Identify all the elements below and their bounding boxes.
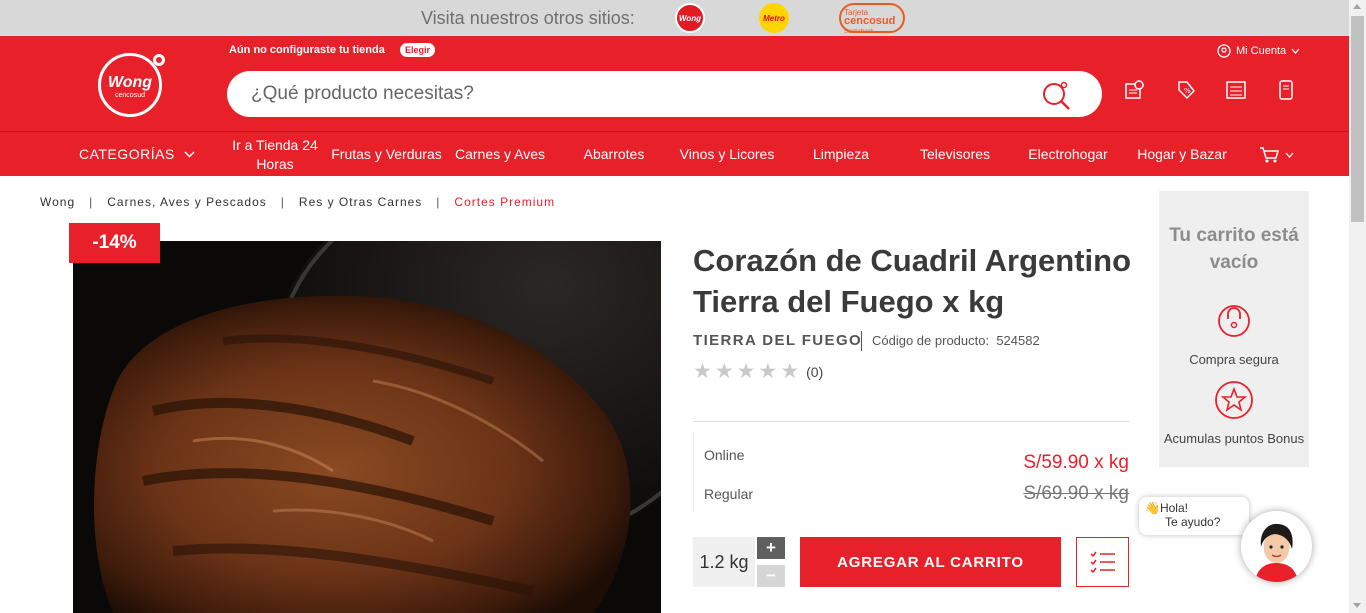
scrollbar-thumb[interactable]: [1351, 16, 1364, 222]
star-icon: ★: [780, 360, 800, 383]
assistant-face-icon: [1241, 511, 1312, 582]
nav-item-electrohogar[interactable]: Electrohogar: [1020, 132, 1116, 177]
nav-item-abarrotes[interactable]: Abarrotes: [570, 132, 658, 177]
scroll-down-arrow-icon[interactable]: [1353, 603, 1361, 608]
regular-price-label: Regular: [704, 486, 754, 502]
category-nav: CATEGORÍAS Ir a Tienda 24 Horas Frutas y…: [0, 131, 1349, 176]
cart-empty-text: Tu carrito está vacío: [1169, 225, 1299, 273]
rating-stars[interactable]: ★ ★ ★ ★ ★ (0): [693, 360, 824, 383]
breadcrumb-item[interactable]: Carnes, Aves y Pescados: [107, 195, 267, 209]
star-icon: ★: [714, 360, 734, 383]
breadcrumb: Wong | Carnes, Aves y Pescados | Res y O…: [40, 195, 555, 209]
bonus-star-icon: [1215, 381, 1253, 419]
search-icon[interactable]: [1042, 81, 1072, 111]
product-title: Corazón de Cuadril Argentino Tierra del …: [693, 243, 1132, 319]
scroll-up-arrow-icon[interactable]: [1353, 4, 1361, 9]
bonus-points-label: Acumulas puntos Bonus: [1163, 431, 1305, 446]
nav-item-vinos[interactable]: Vinos y Licores: [672, 132, 782, 177]
offers-tag-icon[interactable]: %: [1175, 79, 1197, 101]
quantity-increase-button[interactable]: +: [757, 537, 785, 559]
discount-badge: -14%: [69, 223, 160, 263]
svg-text:%: %: [1184, 87, 1191, 95]
regular-price: S/69.90 x kg: [1023, 483, 1129, 504]
wong-logo[interactable]: Wong cencosud: [98, 53, 165, 117]
breadcrumb-separator: |: [280, 195, 285, 209]
search-input[interactable]: [251, 71, 1031, 117]
wave-icon: 👋: [1145, 501, 1160, 515]
add-to-list-button[interactable]: [1076, 537, 1129, 587]
chevron-down-icon: [184, 151, 195, 158]
other-sites-bar: Visita nuestros otros sitios: Wong Metro…: [0, 0, 1349, 36]
visit-sites-text: Visita nuestros otros sitios:: [421, 8, 635, 28]
cart-icon: [1259, 146, 1279, 162]
choose-store-button[interactable]: Elegir: [400, 43, 436, 57]
chevron-down-icon: [1285, 152, 1293, 158]
price-box: Online S/59.90 x kg Regular S/69.90 x kg: [693, 432, 1129, 512]
quantity-display: 1.2 kg: [693, 537, 755, 587]
cart-menu[interactable]: [1255, 132, 1297, 177]
add-to-cart-button[interactable]: AGREGAR AL CARRITO: [800, 537, 1061, 587]
nav-item-limpieza[interactable]: Limpieza: [800, 132, 882, 177]
steak-photo: [73, 241, 661, 613]
star-icon: ★: [693, 360, 712, 383]
star-icon: ★: [758, 360, 778, 383]
main-header: Wong cencosud Aún no configuraste tu tie…: [0, 36, 1349, 176]
secure-lock-icon: [1218, 305, 1250, 337]
product-brand[interactable]: TIERRA DEL FUEGO: [693, 332, 862, 349]
nav-item-tienda-24[interactable]: Ir a Tienda 24 Horas: [225, 132, 325, 177]
quantity-decrease-button[interactable]: −: [757, 565, 785, 587]
search-bar: [227, 71, 1102, 117]
brand-divider: [861, 331, 862, 351]
checklist-icon: [1089, 551, 1115, 574]
star-icon: ★: [736, 360, 756, 383]
nav-item-hogar[interactable]: Hogar y Bazar: [1130, 132, 1234, 177]
tarjeta-cencosud-logo[interactable]: Tarjeta cencosud Scotiabank: [839, 3, 905, 35]
orders-phone-icon[interactable]: [1275, 79, 1297, 101]
page: Visita nuestros otros sitios: Wong Metro…: [0, 0, 1366, 613]
breadcrumb-current: Cortes Premium: [454, 195, 556, 209]
logo-dot: [153, 54, 165, 66]
shopping-list-icon[interactable]: [1225, 79, 1247, 101]
nav-item-carnes[interactable]: Carnes y Aves: [450, 132, 550, 177]
product-image[interactable]: [73, 241, 661, 613]
chevron-down-icon: [1291, 48, 1300, 54]
store-message: Aún no configuraste tu tienda: [229, 44, 385, 56]
secure-purchase-label: Compra segura: [1189, 352, 1279, 367]
cart-sidebar: Tu carrito está vacío Compra segura Acum…: [1159, 191, 1309, 467]
review-count: (0): [806, 364, 824, 380]
breadcrumb-item[interactable]: Wong: [40, 195, 75, 209]
metro-site-logo[interactable]: Metro: [759, 3, 789, 33]
wong-site-logo[interactable]: Wong: [675, 3, 705, 33]
online-price-label: Online: [704, 447, 745, 463]
online-price: S/59.90 x kg: [1023, 452, 1129, 473]
chat-assistant-avatar[interactable]: [1241, 511, 1312, 582]
categories-menu[interactable]: CATEGORÍAS: [79, 132, 195, 177]
breadcrumb-separator: |: [436, 195, 441, 209]
price-check-icon[interactable]: [1124, 79, 1146, 101]
user-icon: [1217, 44, 1231, 58]
nav-item-frutas[interactable]: Frutas y Verduras: [330, 132, 443, 177]
price-divider: [693, 421, 1129, 422]
chat-greeting[interactable]: 👋Hola! Te ayudo?: [1139, 497, 1249, 535]
product-sku: Código de producto: 524582: [872, 333, 1040, 348]
nav-item-televisores[interactable]: Televisores: [910, 132, 1000, 177]
breadcrumb-separator: |: [89, 195, 94, 209]
my-account-menu[interactable]: Mi Cuenta: [1217, 44, 1300, 58]
breadcrumb-item[interactable]: Res y Otras Carnes: [299, 195, 422, 209]
